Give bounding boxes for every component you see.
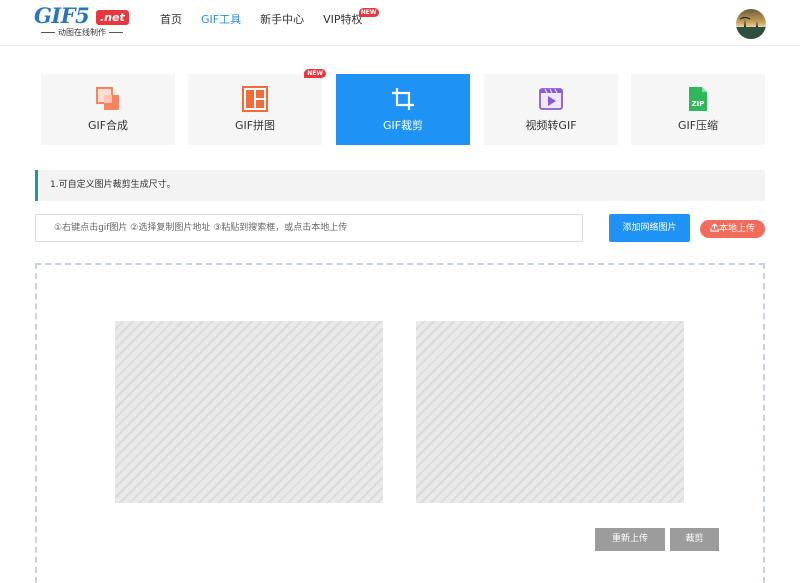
tool-card-label: GIF拼图 [234, 119, 276, 132]
tool-card-gif-crop[interactable]: GIF裁剪 [336, 74, 470, 145]
collage-icon [242, 86, 268, 112]
add-network-image-button[interactable]: 添加网络图片 [609, 214, 690, 242]
tool-card-label: 视频转GIF [525, 119, 577, 132]
preview-image-placeholder [416, 321, 684, 503]
tool-card-gif-collage[interactable]: GIF拼图 NEW [188, 69, 326, 145]
collage-new-badge: NEW [304, 69, 326, 78]
zip-icon-text: ZIP [692, 100, 705, 108]
local-upload-label: 本地上传 [718, 224, 755, 234]
upload-icon [710, 223, 719, 232]
crop-button[interactable]: 裁剪 [670, 528, 719, 551]
avatar-image [736, 9, 766, 39]
tool-card-video-to-gif[interactable]: 视频转GIF [484, 74, 618, 145]
nav-item-home[interactable]: 首页 [160, 0, 182, 40]
header: GIF5 .net 动图在线制作 首页 GIF工具 新手中心 VIP特权 NEW [0, 0, 800, 46]
reupload-button[interactable]: 重新上传 [595, 528, 665, 551]
info-text: 1.可自定义图片裁剪生成尺寸。 [50, 180, 176, 190]
tool-card-label: GIF压缩 [677, 119, 719, 132]
logo-tagline: 动图在线制作 [34, 28, 130, 38]
tool-card-label: GIF裁剪 [382, 119, 424, 132]
merge-icon [96, 87, 119, 110]
nav-item-gif-tools[interactable]: GIF工具 [201, 0, 241, 40]
nav-item-vip[interactable]: VIP特权 NEW [323, 0, 379, 40]
local-upload-button[interactable]: 本地上传 [700, 220, 765, 238]
video-icon [539, 88, 563, 110]
image-url-input[interactable] [35, 214, 583, 242]
main-nav: 首页 GIF工具 新手中心 VIP特权 NEW [160, 0, 382, 40]
tool-card-gif-compress[interactable]: ZIP GIF压缩 [631, 74, 765, 145]
source-image-placeholder [115, 321, 383, 503]
logo-text: GIF5 [34, 3, 90, 28]
vip-new-badge: NEW [358, 8, 379, 17]
tool-card-gif-merge[interactable]: GIF合成 [41, 74, 175, 145]
info-bar: 1.可自定义图片裁剪生成尺寸。 [35, 170, 765, 201]
nav-item-beginner-center[interactable]: 新手中心 [260, 0, 304, 40]
site-logo[interactable]: GIF5 .net 动图在线制作 [34, 4, 130, 40]
zip-icon: ZIP [689, 87, 707, 111]
logo-net-badge: .net [96, 10, 129, 25]
user-avatar[interactable] [736, 9, 766, 39]
crop-icon [392, 88, 414, 110]
tool-card-label: GIF合成 [87, 119, 129, 132]
